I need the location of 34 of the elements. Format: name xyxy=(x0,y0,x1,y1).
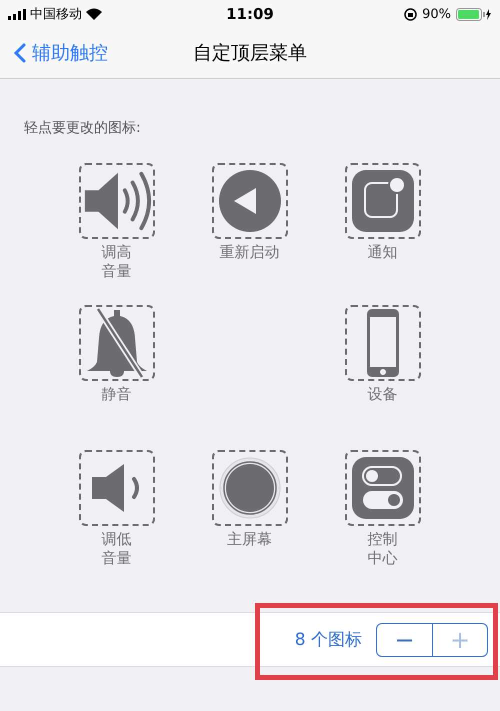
wifi-icon xyxy=(86,8,102,20)
menu-icon-slot[interactable] xyxy=(78,163,154,239)
back-button[interactable]: 辅助触控 xyxy=(0,39,114,67)
instruction-text: 轻点要更改的图标: xyxy=(24,120,141,136)
icon-label: 调高音量 xyxy=(102,243,132,281)
chevron-left-icon xyxy=(14,43,26,63)
icon-label: 静音 xyxy=(102,385,132,404)
notification-icon xyxy=(350,169,414,233)
menu-icon-slot[interactable] xyxy=(78,450,154,526)
icon-label: 主屏幕 xyxy=(227,530,272,549)
icon-label: 通知 xyxy=(368,243,398,262)
icon-count: 8 个图标 xyxy=(294,629,362,651)
home-button-icon xyxy=(218,457,280,519)
menu-icon-slot[interactable] xyxy=(78,305,154,381)
menu-icon-slot[interactable] xyxy=(344,163,420,239)
icon-label: 控制中心 xyxy=(368,530,398,568)
menu-icon-slot[interactable] xyxy=(212,163,288,239)
back-circle-icon xyxy=(218,169,282,233)
menu-icon-slot[interactable] xyxy=(212,450,288,526)
menu-icon-slot[interactable] xyxy=(344,450,420,526)
icon-label: 设备 xyxy=(368,385,398,404)
menu-icon-slot[interactable] xyxy=(344,305,420,381)
carrier-name: 中国移动 xyxy=(30,6,82,23)
battery-percent: 90% xyxy=(422,6,451,22)
clock-time: 11:09 xyxy=(226,5,274,23)
rotation-lock-icon xyxy=(404,8,418,20)
icon-label: 调低音量 xyxy=(102,530,132,568)
decrease-button[interactable]: − xyxy=(377,624,432,656)
battery-icon xyxy=(456,8,492,20)
page-title: 自定顶层菜单 xyxy=(193,42,307,64)
icon-label: 重新启动 xyxy=(220,243,280,262)
toggles-icon xyxy=(350,456,414,520)
signal-icon xyxy=(8,8,26,20)
phone-icon xyxy=(366,308,400,378)
